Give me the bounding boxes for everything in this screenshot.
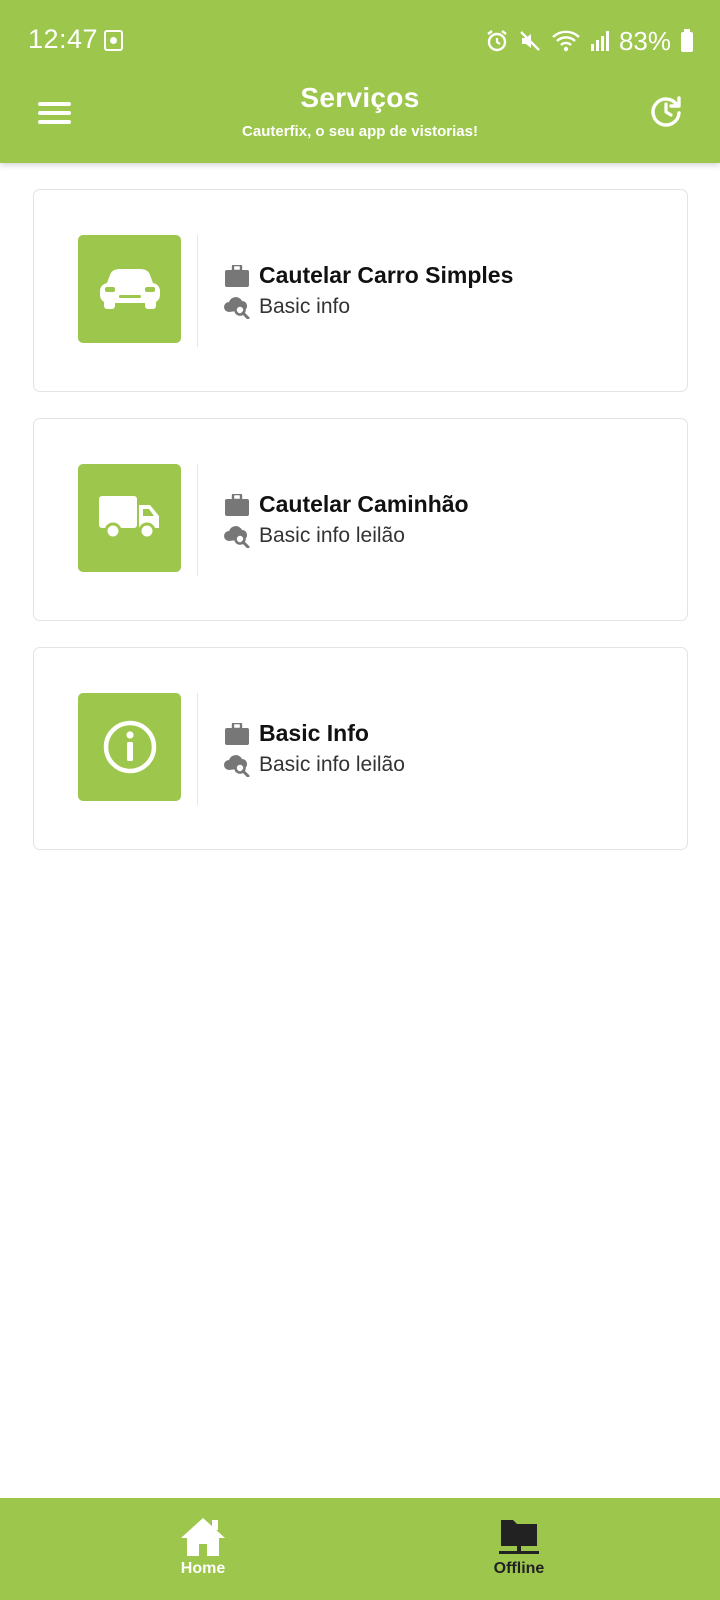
card-divider [197,235,198,347]
history-icon[interactable] [648,93,684,129]
cloud-search-icon [223,752,251,778]
notification-icon [104,30,123,51]
mute-icon [520,31,540,51]
home-icon [181,1518,225,1556]
battery-icon [681,29,693,52]
service-subtitle: Basic info [259,294,351,318]
card-text: Basic Info Basic info leilão [223,718,405,780]
status-icons: 83% [485,26,694,56]
card-text: Cautelar Carro Simples Basic info [223,260,513,322]
page-subtitle: Cauterfix, o seu app de vistorias! [242,123,478,140]
network-folder-icon [499,1520,539,1554]
app-bar: Serviços Cauterfix, o seu app de vistori… [0,82,720,163]
briefcase-icon [223,721,251,747]
alarm-icon [487,30,507,52]
nav-offline-label: Offline [493,1560,545,1577]
top-header: 12:47 83% Serviços Cauterfix, o seu app … [0,0,720,163]
cloud-search-icon [223,294,251,320]
service-title: Basic Info [259,720,369,746]
service-title: Cautelar Caminhão [259,491,469,517]
card-divider [197,464,198,576]
car-icon [99,269,160,309]
nav-offline[interactable]: Offline [459,1516,579,1588]
card-text: Cautelar Caminhão Basic info leilão [223,489,469,551]
status-bar: 12:47 83% [0,0,720,82]
status-time: 12:47 [28,24,99,54]
service-icon-box [78,235,181,343]
service-icon-box [78,464,181,572]
nav-home-label: Home [180,1560,226,1577]
briefcase-icon [223,263,251,289]
page-title: Serviços [300,82,420,113]
service-subtitle: Basic info leilão [259,523,405,547]
bottom-navigation: Home Offline [0,1498,720,1600]
signal-icon [590,31,609,51]
card-divider [197,693,198,805]
info-icon [103,720,156,774]
cloud-search-icon [223,523,251,549]
truck-icon [98,496,159,540]
service-card-basic-info[interactable]: Basic Info Basic info leilão [33,647,688,850]
service-icon-box [78,693,181,801]
briefcase-icon [223,492,251,518]
battery-percent: 83% [618,25,671,56]
nav-home[interactable]: Home [143,1516,263,1588]
service-card-carro[interactable]: Cautelar Carro Simples Basic info [33,189,688,392]
service-subtitle: Basic info leilão [259,752,405,776]
service-title: Cautelar Carro Simples [259,262,514,288]
wifi-icon [552,30,580,52]
service-card-caminhao[interactable]: Cautelar Caminhão Basic info leilão [33,418,688,621]
